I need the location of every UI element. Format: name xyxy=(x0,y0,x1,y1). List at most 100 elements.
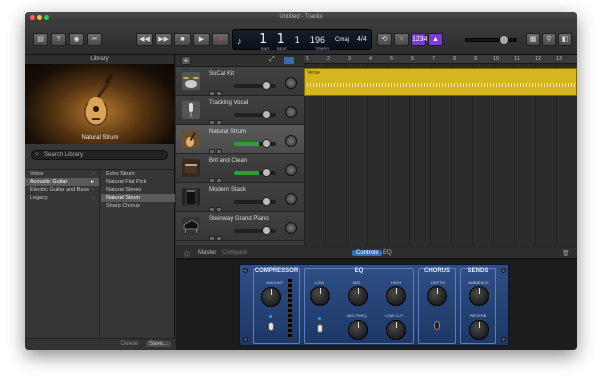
lcd-tempo-label: TEMPO xyxy=(315,46,330,51)
volume-knob[interactable] xyxy=(262,139,271,148)
sends-title: SENDS xyxy=(467,268,489,274)
volume-handle[interactable] xyxy=(500,36,508,44)
patch-item[interactable]: Natural Stereo xyxy=(101,186,175,194)
low-cut-knob[interactable] xyxy=(386,320,406,340)
volume-knob[interactable] xyxy=(262,81,271,90)
catch-playhead-button[interactable]: ⤢ xyxy=(269,56,275,64)
search-library-field[interactable]: Search Library xyxy=(31,150,168,160)
metronome-icon: ▲ xyxy=(432,36,439,43)
chorus-toggle[interactable] xyxy=(434,321,440,330)
library-button[interactable]: ▤ xyxy=(33,33,48,46)
mid-knob[interactable] xyxy=(348,286,368,306)
close-window-button[interactable] xyxy=(30,15,35,20)
lcd-display[interactable]: ♪ 1 1 1 1 BAR BEAT 96 TEMPO Cmaj 4/4 xyxy=(232,29,372,51)
category-item[interactable]: Legacy › xyxy=(25,194,99,202)
compressor-toggle[interactable] xyxy=(268,322,274,331)
smart-controls-button[interactable]: ◉ xyxy=(69,33,84,46)
track-row[interactable]: SoCal Kit xyxy=(176,67,304,96)
media-browser-button[interactable]: ◧ xyxy=(558,33,572,46)
cycle-button[interactable]: ⟲ xyxy=(377,33,392,46)
apple-loops-button[interactable]: ⚲ xyxy=(542,33,556,46)
notepad-button[interactable]: ▦ xyxy=(526,33,540,46)
solo-button[interactable] xyxy=(216,236,222,241)
stop-button[interactable]: ■ xyxy=(174,33,191,46)
reverb-knob[interactable] xyxy=(469,320,489,340)
low-knob[interactable] xyxy=(310,286,330,306)
category-item[interactable]: Electric Guitar and Bass › xyxy=(25,186,99,194)
region-waveform xyxy=(307,83,575,87)
track-row[interactable]: Steinway Grand Piano xyxy=(176,212,304,241)
save-button[interactable]: Save... xyxy=(146,341,171,347)
zoom-window-button[interactable] xyxy=(44,15,49,20)
pan-knob[interactable] xyxy=(285,222,297,234)
patch-item[interactable]: Sharp Chorus xyxy=(101,202,175,210)
sends-section: SENDS AMBIENCE REVERB xyxy=(460,268,496,344)
patch-item[interactable]: Natural Flat Pick xyxy=(101,178,175,186)
amp-icon xyxy=(182,159,200,177)
pan-knob[interactable] xyxy=(285,135,297,147)
mid-freq-knob[interactable] xyxy=(348,320,368,340)
depth-label: DEPTH xyxy=(431,280,445,285)
library-browser: Voice › Acoustic Guitar ▸ Electric Guitar … xyxy=(25,169,175,338)
timeline-ruler[interactable]: 1 2 3 4 5 6 7 8 9 10 11 12 13 xyxy=(304,55,577,64)
compare-button[interactable]: Compare xyxy=(222,250,247,256)
library-preview-image: Natural Strum xyxy=(25,64,174,144)
count-in-button[interactable]: 1234 xyxy=(411,33,428,46)
track-row[interactable]: Modern Stack xyxy=(176,183,304,212)
pan-knob[interactable] xyxy=(285,164,297,176)
patch-item[interactable]: Natural Strum xyxy=(101,194,175,202)
tracks-area[interactable]: 1 2 3 4 5 6 7 8 9 10 11 12 13 Verse xyxy=(304,55,577,245)
track-row[interactable]: Natural Strum xyxy=(176,125,304,154)
smart-controls: ⓘ Master Compare Controls EQ 🗑 COMPRESSO… xyxy=(176,248,577,350)
master-volume-slider[interactable] xyxy=(465,36,517,44)
play-button[interactable]: ▶ xyxy=(193,33,210,46)
pan-knob[interactable] xyxy=(285,106,297,118)
filter-button[interactable] xyxy=(284,57,294,64)
rewind-button[interactable]: ◀◀ xyxy=(136,33,153,46)
category-item[interactable]: Acoustic Guitar ▸ xyxy=(25,178,99,186)
pan-knob[interactable] xyxy=(285,193,297,205)
volume-knob[interactable] xyxy=(262,110,271,119)
editors-button[interactable]: ✂ xyxy=(87,33,102,46)
tuner-button[interactable]: ♮ xyxy=(394,33,409,46)
screw-icon xyxy=(501,268,506,273)
track-row[interactable]: Brit and Clean xyxy=(176,154,304,183)
ruler-label: 5 xyxy=(390,56,394,62)
tab-eq[interactable]: EQ xyxy=(383,250,392,256)
ruler-label: 12 xyxy=(535,56,542,62)
depth-knob[interactable] xyxy=(427,286,447,306)
volume-knob[interactable] xyxy=(262,168,271,177)
play-icon: ▶ xyxy=(198,36,205,43)
ambience-knob[interactable] xyxy=(469,286,489,306)
category-item[interactable]: Voice › xyxy=(25,170,99,178)
master-button[interactable]: Master xyxy=(198,250,216,256)
fast-forward-button[interactable]: ▶▶ xyxy=(155,33,172,46)
eq-toggle[interactable] xyxy=(317,324,323,333)
amount-knob[interactable] xyxy=(261,287,281,307)
garageband-window: Untitled - Tracks ▤ ? ◉ ✂ ◀◀ ▶▶ ■ ▶ ● ♪ … xyxy=(25,12,577,350)
volume-knob[interactable] xyxy=(262,226,271,235)
high-knob[interactable] xyxy=(386,286,406,306)
mute-button[interactable] xyxy=(209,236,215,241)
track-name: Modern Stack xyxy=(209,187,247,193)
add-track-button[interactable]: + xyxy=(181,56,191,65)
tab-controls[interactable]: Controls xyxy=(352,250,383,256)
patch-item[interactable]: Echo Strum xyxy=(101,170,175,178)
delete-button[interactable]: Delete xyxy=(121,341,138,347)
audio-region[interactable]: Verse xyxy=(304,68,577,96)
record-button[interactable]: ● xyxy=(212,33,229,46)
library-title: Library xyxy=(25,55,174,64)
volume-knob[interactable] xyxy=(262,197,271,206)
track-name: Steinway Grand Piano xyxy=(209,216,269,222)
track-name: Natural Strum xyxy=(209,129,247,135)
control-bar: ▤ ? ◉ ✂ ◀◀ ▶▶ ■ ▶ ● ♪ 1 1 1 1 BAR BEAT 9… xyxy=(25,22,577,55)
grand-piano-icon xyxy=(182,217,200,235)
metronome-button[interactable]: ▲ xyxy=(428,33,443,46)
pan-knob[interactable] xyxy=(285,77,297,89)
minimize-window-button[interactable] xyxy=(37,15,42,20)
trash-icon[interactable]: 🗑 xyxy=(562,250,570,257)
track-row[interactable]: Tracking Vocal xyxy=(176,96,304,125)
info-icon[interactable]: ⓘ xyxy=(184,250,190,259)
track-name: Brit and Clean xyxy=(209,158,248,164)
quick-help-button[interactable]: ? xyxy=(51,33,66,46)
